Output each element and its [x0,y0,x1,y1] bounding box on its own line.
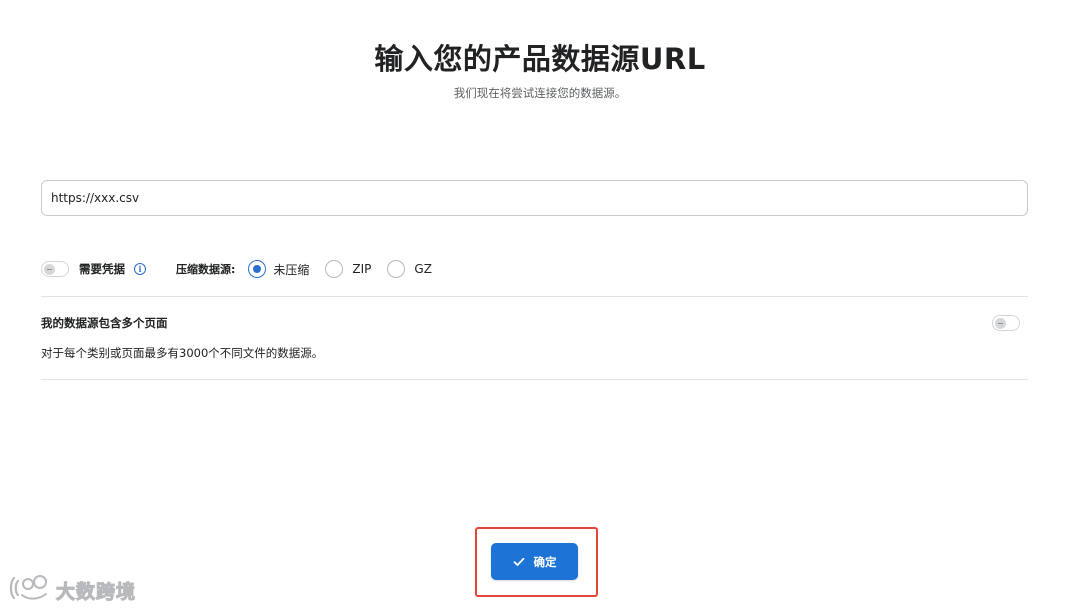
compression-radio-zip[interactable] [325,260,344,278]
options-row: 需要凭据 i 压缩数据源: 未压缩 ZIP GZ [41,258,432,280]
multi-page-toggle-wrapper [992,315,1020,331]
credentials-label: 需要凭据 [79,262,125,276]
multi-page-toggle[interactable] [992,315,1020,331]
compression-radio-gz[interactable] [387,260,406,278]
confirm-button-label: 确定 [533,554,557,569]
compression-option-label: ZIP [352,262,372,276]
compression-label: 压缩数据源: [176,263,236,276]
watermark-logo-icon [8,574,50,606]
divider [41,296,1028,297]
page-subtitle: 我们现在将尝试连接您的数据源。 [453,86,627,100]
watermark-text: 大数跨境 [55,580,137,603]
compression-option-label: GZ [414,262,432,276]
confirm-button[interactable]: 确定 [491,543,578,580]
data-source-url-input[interactable] [41,180,1028,216]
multi-page-description: 对于每个类别或页面最多有3000个不同文件的数据源。 [41,346,324,360]
credentials-toggle[interactable] [41,261,69,277]
toggle-knob-icon [995,317,1006,329]
compression-radio-uncompressed[interactable] [248,260,267,278]
multi-page-title: 我的数据源包含多个页面 [41,316,168,330]
toggle-knob-icon [44,263,55,275]
compression-option-label: 未压缩 [273,262,310,277]
checkmark-icon [513,557,525,567]
info-icon[interactable]: i [134,263,146,275]
page-title: 输入您的产品数据源URL [374,42,706,76]
watermark: 大数跨境 [8,574,136,606]
divider [41,379,1028,380]
page: 输入您的产品数据源URL 我们现在将尝试连接您的数据源。 需要凭据 i 压缩数据… [0,0,1080,609]
